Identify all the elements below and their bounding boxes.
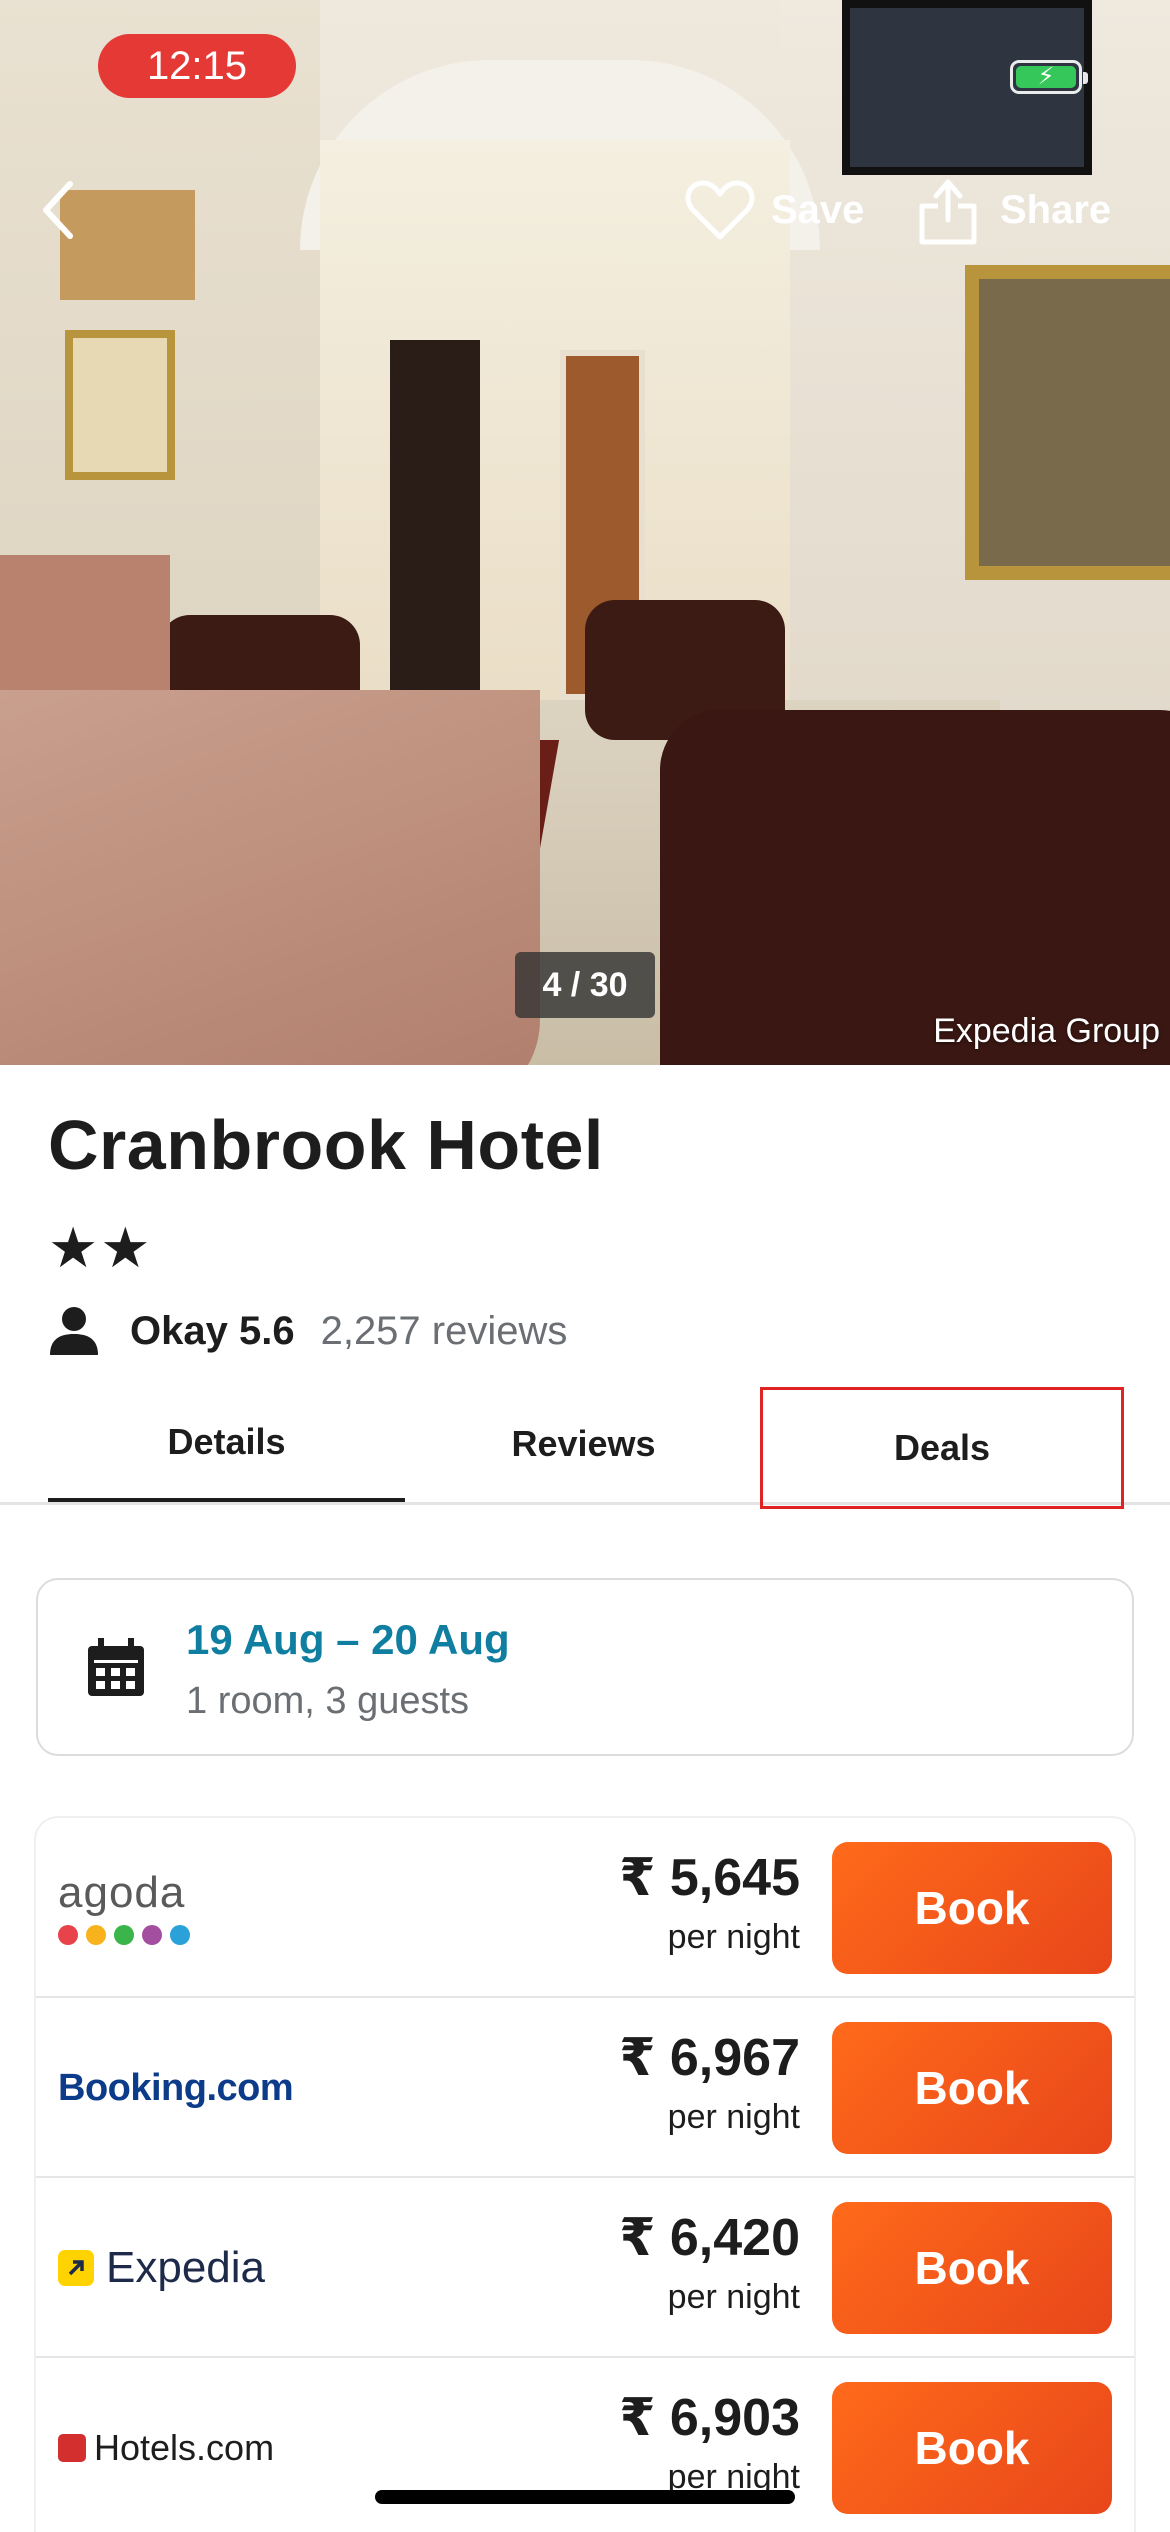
review-count: 2,257 reviews (320, 1308, 568, 1353)
status-time: 12:15 (98, 34, 296, 98)
deal-price-unit: per night (667, 1918, 800, 1956)
tab-bar: Details Reviews Deals (0, 1385, 1170, 1509)
share-label: Share (1000, 187, 1112, 232)
photo-counter (0, 690, 540, 1065)
book-button[interactable]: Book (832, 2022, 1112, 2154)
deal-row-hotels[interactable]: Hotels.com ₹ 6,903 per night Book (36, 2358, 1134, 2532)
tab-reviews[interactable]: Reviews (405, 1385, 762, 1502)
room-guests: 1 room, 3 guests (186, 1680, 470, 1722)
deal-price: ₹ 6,420 (619, 2209, 800, 2267)
back-chevron-icon (43, 181, 73, 239)
booking-wordmark: Booking.com (58, 2066, 294, 2109)
photo-counter (0, 555, 170, 705)
hotels-logo: Hotels.com (58, 2358, 274, 2532)
photo-picture-frame (65, 330, 175, 480)
calendar-icon (88, 1638, 144, 1696)
person-icon (50, 1307, 98, 1355)
agoda-wordmark: agoda (58, 1868, 186, 1917)
deal-price-unit: per night (667, 2278, 800, 2316)
hotels-wordmark: Hotels.com (94, 2427, 275, 2468)
tab-deals[interactable]: Deals (760, 1387, 1124, 1509)
back-button[interactable] (28, 170, 88, 250)
deal-price: ₹ 6,967 (619, 2029, 800, 2087)
star-rating: ★★ (48, 1216, 153, 1279)
photo-counter-badge: 4 / 30 (515, 952, 655, 1018)
deal-row-expedia[interactable]: Expedia ₹ 6,420 per night Book (36, 2178, 1134, 2358)
battery-icon: ⚡ (1010, 60, 1088, 94)
agoda-dots (58, 1925, 190, 1945)
book-button[interactable]: Book (832, 2382, 1112, 2514)
heart-icon (685, 180, 755, 240)
save-label: Save (771, 187, 865, 232)
deal-row-booking[interactable]: Booking.com ₹ 6,967 per night Book (36, 1998, 1134, 2178)
battery-charging-glyph: ⚡ (1016, 65, 1076, 89)
guest-rating-row[interactable]: Okay 5.6 2,257 reviews (48, 1300, 567, 1362)
rating-score: Okay 5.6 (130, 1308, 295, 1353)
share-button[interactable]: Share (918, 165, 1111, 255)
deal-row-agoda[interactable]: agoda ₹ 5,645 per night Book (36, 1818, 1134, 1998)
agoda-logo: agoda (58, 1818, 190, 1998)
deal-price: ₹ 5,645 (619, 1849, 800, 1907)
photo-mirror (965, 265, 1170, 580)
stay-dates: 19 Aug – 20 Aug (186, 1616, 510, 1663)
photo-credit: Expedia Group (933, 1012, 1160, 1050)
tab-details[interactable]: Details (48, 1385, 405, 1502)
hotel-name: Cranbrook Hotel (48, 1106, 604, 1184)
expedia-arrow-icon (58, 2250, 94, 2286)
deal-price: ₹ 6,903 (619, 2389, 800, 2447)
save-button[interactable]: Save (685, 170, 864, 250)
share-icon (919, 179, 977, 245)
date-guest-selector[interactable]: 19 Aug – 20 Aug 1 room, 3 guests (36, 1578, 1134, 1756)
expedia-logo: Expedia (58, 2178, 265, 2358)
hotel-photo[interactable]: 12:15 ⚡ Save Share 4 / 30 Expedia Group (0, 0, 1170, 1065)
photo-door-dark (390, 340, 480, 720)
deal-price-unit: per night (667, 2098, 800, 2136)
deals-list: agoda ₹ 5,645 per night Book Booking.com… (36, 1818, 1134, 2532)
expedia-wordmark: Expedia (106, 2243, 266, 2292)
hotels-mark-icon (58, 2434, 86, 2462)
booking-logo: Booking.com (58, 1998, 294, 2178)
book-button[interactable]: Book (832, 1842, 1112, 1974)
book-button[interactable]: Book (832, 2202, 1112, 2334)
home-indicator[interactable] (375, 2490, 795, 2504)
